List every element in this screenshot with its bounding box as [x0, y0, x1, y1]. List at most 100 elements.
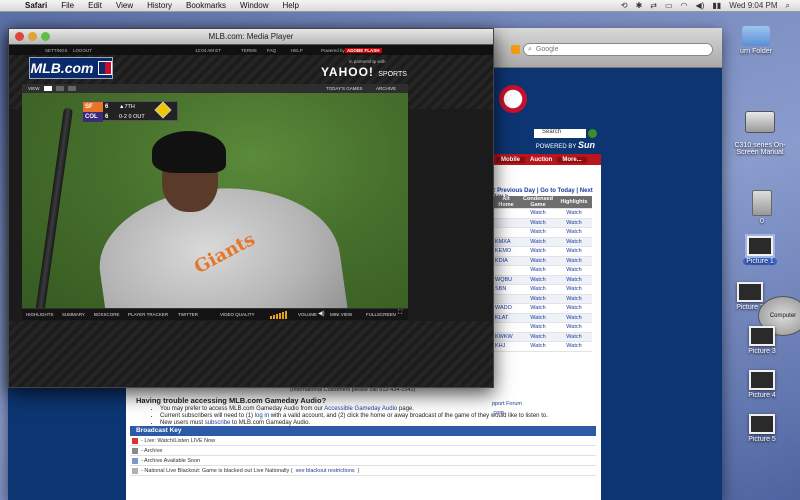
- site-search-input[interactable]: Search: [534, 129, 586, 138]
- station-call[interactable]: [492, 208, 520, 219]
- condensed-watch-link[interactable]: Watch: [520, 341, 556, 352]
- battery-icon[interactable]: ▮▮: [712, 1, 721, 10]
- sun-logo[interactable]: Sun: [578, 140, 595, 150]
- menu-bookmarks[interactable]: Bookmarks: [179, 1, 233, 10]
- condensed-watch-link[interactable]: Watch: [520, 237, 556, 247]
- summary-tab[interactable]: SUMMARY: [62, 312, 85, 317]
- condensed-watch-link[interactable]: Watch: [520, 218, 556, 228]
- view-mode-large[interactable]: [44, 86, 52, 91]
- rss-icon[interactable]: [511, 45, 520, 54]
- highlights-watch-link[interactable]: Watch: [556, 275, 592, 285]
- fullscreen-icon[interactable]: ⛶: [398, 310, 402, 317]
- condensed-watch-link[interactable]: Watch: [520, 332, 556, 342]
- nav-auction[interactable]: Auction: [525, 157, 557, 163]
- desktop-drive[interactable]: 0: [724, 190, 800, 225]
- trouble-link[interactable]: subscribe: [205, 420, 231, 426]
- station-call[interactable]: KDIA: [492, 256, 520, 266]
- station-call[interactable]: [492, 227, 520, 238]
- highlights-watch-link[interactable]: Watch: [556, 246, 592, 257]
- menu-view[interactable]: View: [109, 1, 140, 10]
- desktop-picture-3[interactable]: Picture 3: [724, 326, 800, 355]
- boxscore-tab[interactable]: BOXSCORE: [94, 312, 120, 317]
- speaker-icon[interactable]: ◀): [318, 310, 325, 317]
- highlights-watch-link[interactable]: Watch: [556, 208, 592, 219]
- highlights-watch-link[interactable]: Watch: [556, 294, 592, 304]
- station-call[interactable]: WQBU: [492, 275, 520, 285]
- station-call[interactable]: KMXA: [492, 237, 520, 247]
- station-call[interactable]: KHJ: [492, 341, 520, 352]
- condensed-watch-link[interactable]: Watch: [520, 284, 556, 295]
- desktop-picture-4[interactable]: Picture 4: [724, 370, 800, 399]
- condensed-watch-link[interactable]: Watch: [520, 322, 556, 333]
- highlights-watch-link[interactable]: Watch: [556, 313, 592, 323]
- logout-link[interactable]: LOGOUT: [73, 48, 92, 53]
- archive-button[interactable]: ARCHIVE: [376, 86, 396, 91]
- condensed-watch-link[interactable]: Watch: [520, 246, 556, 257]
- desktop-picture-5[interactable]: Picture 5: [724, 414, 800, 443]
- highlights-watch-link[interactable]: Watch: [556, 341, 592, 352]
- todays-games-button[interactable]: TODAY'S GAMES: [326, 86, 362, 91]
- menu-help[interactable]: Help: [275, 1, 305, 10]
- site-search-go-button[interactable]: [588, 129, 597, 138]
- highlights-watch-link[interactable]: Watch: [556, 332, 592, 342]
- condensed-watch-link[interactable]: Watch: [520, 303, 556, 314]
- trouble-link[interactable]: log in: [255, 413, 269, 419]
- menu-window[interactable]: Window: [233, 1, 275, 10]
- condensed-watch-link[interactable]: Watch: [520, 313, 556, 323]
- menu-edit[interactable]: Edit: [81, 1, 109, 10]
- highlights-watch-link[interactable]: Watch: [556, 218, 592, 228]
- wifi-icon[interactable]: ◠: [681, 1, 688, 10]
- station-call[interactable]: WADO: [492, 303, 520, 314]
- video-frame[interactable]: Giants SF 6 COL 6 ▲7TH 0-2 0 OUT: [22, 93, 408, 308]
- condensed-watch-link[interactable]: Watch: [520, 208, 556, 219]
- desktop-picture-1[interactable]: Picture 1: [722, 234, 798, 265]
- highlights-watch-link[interactable]: Watch: [556, 265, 592, 276]
- blackout-link[interactable]: see blackout restrictions: [296, 468, 355, 474]
- station-call[interactable]: KEMO: [492, 246, 520, 257]
- terms-link-label[interactable]: TERMS: [241, 48, 257, 53]
- faq-link[interactable]: FAQ: [267, 48, 276, 53]
- display-icon[interactable]: ▭: [665, 1, 673, 10]
- bluetooth-icon[interactable]: ✱: [636, 1, 643, 10]
- spotlight-icon[interactable]: ⌕: [786, 1, 790, 11]
- highlights-watch-link[interactable]: Watch: [556, 256, 592, 266]
- station-call[interactable]: KLAT: [492, 313, 520, 323]
- mini-view-button[interactable]: MINI VIEW: [330, 312, 352, 317]
- highlights-watch-link[interactable]: Watch: [556, 227, 592, 238]
- zoom-button[interactable]: [41, 32, 50, 41]
- nav-mobile[interactable]: Mobile: [496, 156, 525, 163]
- player-titlebar[interactable]: MLB.com: Media Player: [9, 29, 493, 45]
- view-mode-medium[interactable]: [56, 86, 64, 91]
- condensed-watch-link[interactable]: Watch: [520, 265, 556, 276]
- help-link[interactable]: HELP: [291, 48, 303, 53]
- trouble-link[interactable]: Accessible Gameday Audio: [324, 406, 397, 412]
- highlights-watch-link[interactable]: Watch: [556, 303, 592, 314]
- highlights-watch-link[interactable]: Watch: [556, 322, 592, 333]
- video-quality-meter[interactable]: [270, 311, 287, 319]
- fullscreen-button[interactable]: FULLSCREEN: [366, 312, 396, 317]
- menu-file[interactable]: File: [54, 1, 81, 10]
- volume-icon[interactable]: ◀): [696, 1, 705, 10]
- highlights-tab[interactable]: HIGHLIGHTS: [26, 312, 54, 317]
- menubar-clock[interactable]: Wed 9:04 PM: [729, 1, 777, 10]
- station-call[interactable]: [492, 294, 520, 304]
- view-mode-small[interactable]: [68, 86, 76, 91]
- condensed-watch-link[interactable]: Watch: [520, 275, 556, 285]
- condensed-watch-link[interactable]: Watch: [520, 256, 556, 266]
- condensed-watch-link[interactable]: Watch: [520, 294, 556, 304]
- highlights-watch-link[interactable]: Watch: [556, 237, 592, 247]
- twitter-tab[interactable]: TWITTER: [178, 312, 198, 317]
- sync-icon[interactable]: ⇄: [650, 1, 657, 10]
- menu-app[interactable]: Safari: [18, 1, 54, 10]
- station-call[interactable]: KWKW: [492, 332, 520, 342]
- menu-history[interactable]: History: [140, 1, 179, 10]
- settings-link[interactable]: SETTINGS: [45, 48, 68, 53]
- condensed-watch-link[interactable]: Watch: [520, 227, 556, 238]
- player-tracker-tab[interactable]: PLAYER TRACKER: [128, 312, 168, 317]
- station-call[interactable]: SBN: [492, 284, 520, 295]
- station-call[interactable]: [492, 265, 520, 276]
- close-button[interactable]: [15, 32, 24, 41]
- nav-more[interactable]: More...: [557, 156, 587, 163]
- highlights-watch-link[interactable]: Watch: [556, 284, 592, 295]
- desktop-printer-manual[interactable]: C310 series On- Screen Manual: [722, 104, 798, 156]
